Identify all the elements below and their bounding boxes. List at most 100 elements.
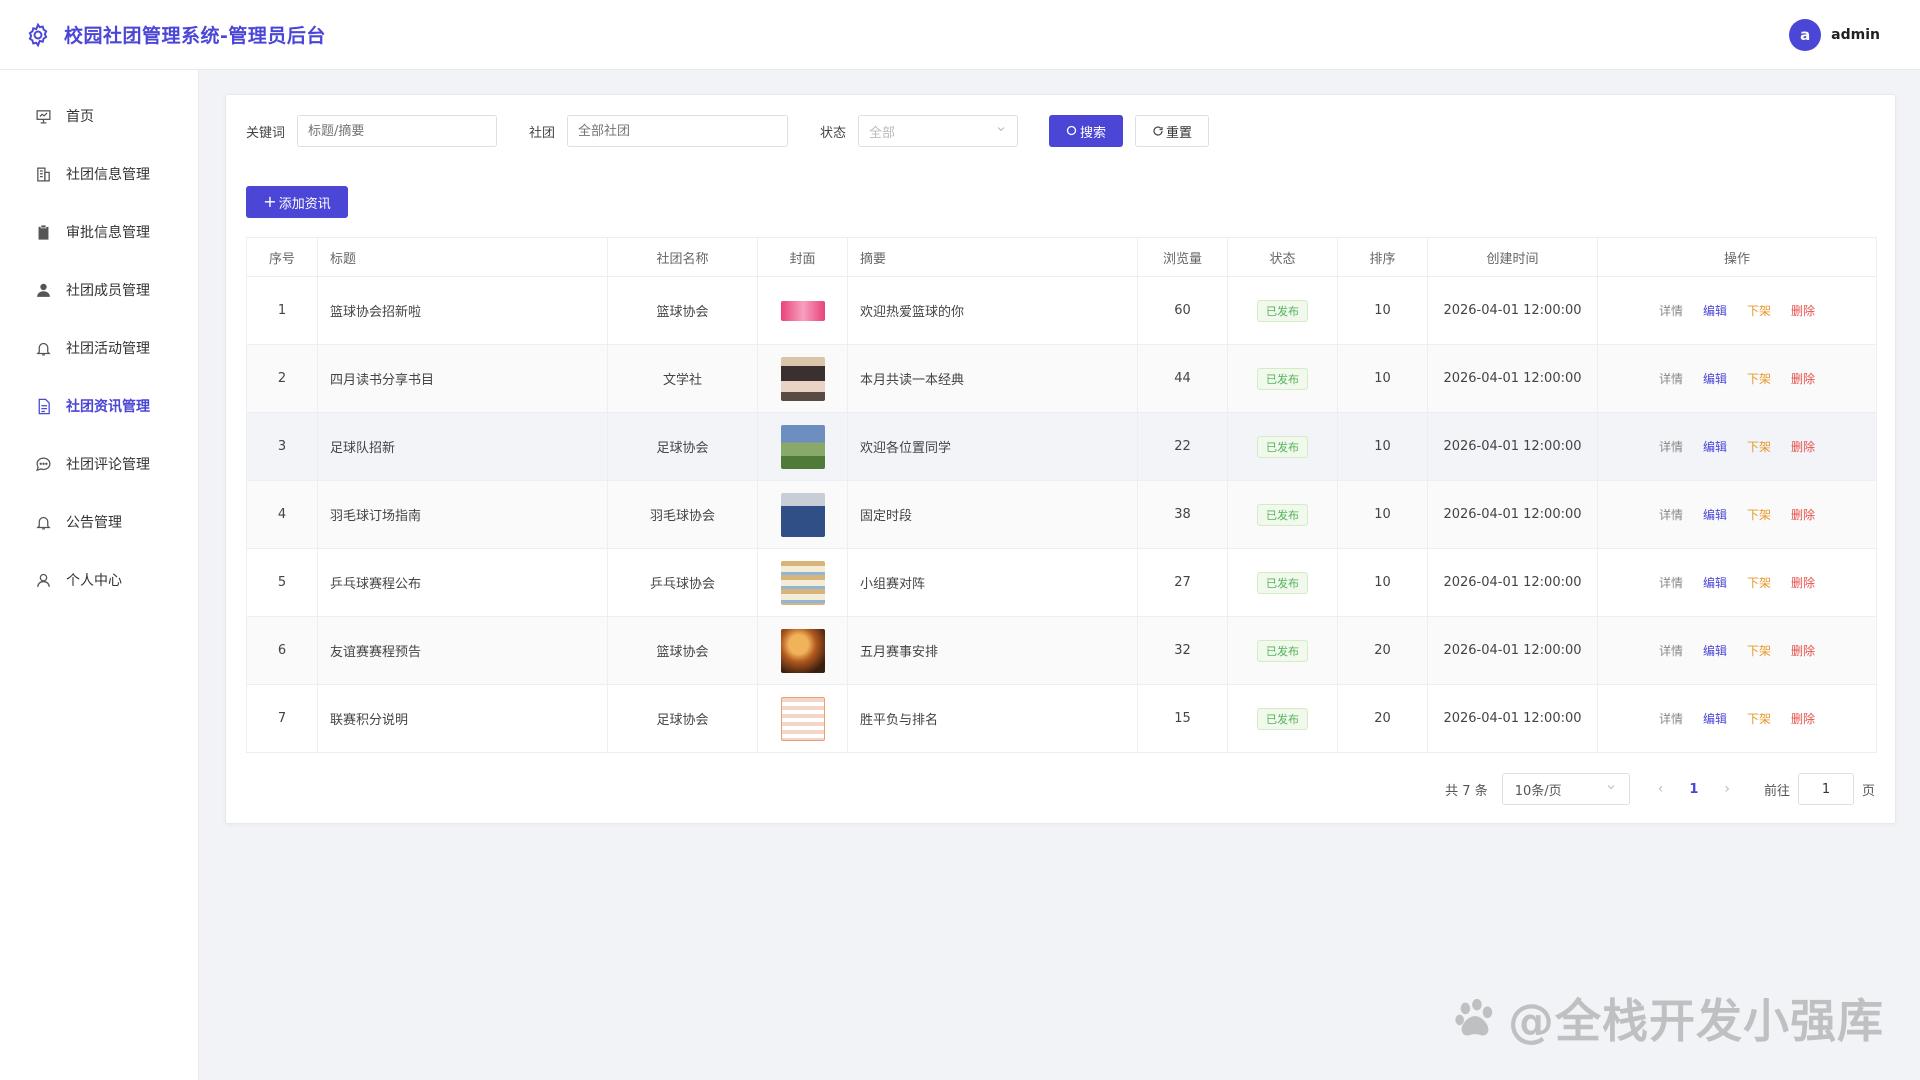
cell-cover — [757, 480, 848, 549]
sidebar-item-activities[interactable]: 社团活动管理 — [0, 319, 198, 377]
club-input[interactable] — [567, 115, 789, 147]
sidebar-item-approval[interactable]: 审批信息管理 — [0, 203, 198, 261]
cell-sort: 10 — [1337, 344, 1428, 413]
refresh-icon — [1152, 125, 1164, 137]
cell-views: 38 — [1137, 480, 1228, 549]
next-page-icon[interactable]: › — [1724, 781, 1730, 797]
status-select[interactable]: 全部 — [858, 115, 1019, 147]
reset-button[interactable]: 重置 — [1135, 115, 1210, 147]
cell-title: 篮球协会招新啦 — [317, 276, 608, 345]
detail-link[interactable]: 详情 — [1659, 302, 1683, 319]
cell-views: 32 — [1137, 616, 1228, 685]
sidebar-item-label: 社团资讯管理 — [66, 399, 150, 415]
delete-link[interactable]: 删除 — [1791, 506, 1815, 523]
sidebar-item-profile[interactable]: 个人中心 — [0, 551, 198, 609]
cell-created: 2026-04-01 12:00:00 — [1427, 344, 1598, 413]
cell-created: 2026-04-01 12:00:00 — [1427, 276, 1598, 345]
document-icon — [34, 397, 52, 415]
cell-views: 60 — [1137, 276, 1228, 345]
username[interactable]: admin — [1831, 27, 1880, 43]
user-icon — [34, 281, 52, 299]
avatar[interactable]: a — [1789, 19, 1822, 51]
unpublish-link[interactable]: 下架 — [1747, 574, 1771, 591]
cell-summary: 胜平负与排名 — [847, 684, 1138, 753]
cell-summary: 欢迎各位置同学 — [847, 412, 1138, 481]
edit-link[interactable]: 编辑 — [1703, 438, 1727, 455]
cell-views: 15 — [1137, 684, 1228, 753]
sidebar-item-announcements[interactable]: 公告管理 — [0, 493, 198, 551]
detail-link[interactable]: 详情 — [1659, 506, 1683, 523]
delete-link[interactable]: 删除 — [1791, 574, 1815, 591]
edit-link[interactable]: 编辑 — [1703, 574, 1727, 591]
goto-page-input[interactable] — [1797, 773, 1854, 805]
table-row: 5 乒乓球赛程公布 乒乓球协会 小组赛对阵 27 已发布 10 2026-04-… — [246, 548, 1877, 617]
search-button[interactable]: 搜索 — [1049, 115, 1124, 147]
unpublish-link[interactable]: 下架 — [1747, 302, 1771, 319]
edit-link[interactable]: 编辑 — [1703, 642, 1727, 659]
cover-thumbnail[interactable] — [780, 492, 825, 537]
bell-icon — [34, 513, 52, 531]
add-news-button[interactable]: + 添加资讯 — [246, 186, 348, 218]
app-title: 校园社团管理系统-管理员后台 — [64, 25, 326, 47]
unpublish-link[interactable]: 下架 — [1747, 506, 1771, 523]
page-size-value: 10条/页 — [1514, 783, 1562, 799]
person-outline-icon — [34, 571, 52, 589]
detail-link[interactable]: 详情 — [1659, 574, 1683, 591]
cell-status: 已发布 — [1227, 480, 1338, 549]
table-row: 7 联赛积分说明 足球协会 胜平负与排名 15 已发布 20 2026-04-0… — [246, 684, 1877, 753]
status-label: 状态 — [820, 125, 847, 141]
unpublish-link[interactable]: 下架 — [1747, 642, 1771, 659]
cover-thumbnail[interactable] — [780, 356, 825, 401]
cell-created: 2026-04-01 12:00:00 — [1427, 548, 1598, 617]
gear-icon — [24, 21, 52, 49]
header-no: 序号 — [246, 237, 318, 277]
building-icon — [34, 165, 52, 183]
detail-link[interactable]: 详情 — [1659, 370, 1683, 387]
edit-link[interactable]: 编辑 — [1703, 302, 1727, 319]
header-title: 标题 — [317, 237, 608, 277]
cover-thumbnail[interactable] — [780, 560, 825, 605]
unpublish-link[interactable]: 下架 — [1747, 710, 1771, 727]
chat-icon — [34, 455, 52, 473]
delete-link[interactable]: 删除 — [1791, 370, 1815, 387]
status-select-value: 全部 — [869, 125, 896, 141]
sidebar-item-home[interactable]: 首页 — [0, 87, 198, 145]
cell-actions: 详情 编辑 下架 删除 — [1597, 344, 1877, 413]
sidebar-item-news[interactable]: 社团资讯管理 — [0, 377, 198, 435]
cell-cover — [757, 344, 848, 413]
edit-link[interactable]: 编辑 — [1703, 710, 1727, 727]
detail-link[interactable]: 详情 — [1659, 710, 1683, 727]
cover-thumbnail[interactable] — [780, 424, 825, 469]
sidebar-item-club-info[interactable]: 社团信息管理 — [0, 145, 198, 203]
prev-page-icon[interactable]: ‹ — [1658, 781, 1664, 797]
detail-link[interactable]: 详情 — [1659, 438, 1683, 455]
cell-actions: 详情 编辑 下架 删除 — [1597, 548, 1877, 617]
sidebar-item-comments[interactable]: 社团评论管理 — [0, 435, 198, 493]
keyword-input[interactable] — [297, 115, 498, 147]
cover-thumbnail[interactable] — [780, 628, 825, 673]
edit-link[interactable]: 编辑 — [1703, 370, 1727, 387]
cell-club: 足球协会 — [607, 684, 758, 753]
table-row: 3 足球队招新 足球协会 欢迎各位置同学 22 已发布 10 2026-04-0… — [246, 412, 1877, 481]
presentation-icon — [34, 107, 52, 125]
user-menu[interactable]: a admin — [1789, 19, 1880, 51]
cell-actions: 详情 编辑 下架 删除 — [1597, 616, 1877, 685]
sidebar-item-label: 首页 — [66, 109, 94, 125]
cover-thumbnail[interactable] — [780, 696, 825, 741]
detail-link[interactable]: 详情 — [1659, 642, 1683, 659]
page-size-select[interactable]: 10条/页 — [1501, 773, 1630, 805]
sidebar-item-members[interactable]: 社团成员管理 — [0, 261, 198, 319]
delete-link[interactable]: 删除 — [1791, 438, 1815, 455]
delete-link[interactable]: 删除 — [1791, 710, 1815, 727]
edit-link[interactable]: 编辑 — [1703, 506, 1727, 523]
add-news-button-label: 添加资讯 — [278, 196, 331, 212]
cover-thumbnail[interactable] — [780, 300, 825, 321]
cell-actions: 详情 编辑 下架 删除 — [1597, 276, 1877, 345]
cell-title: 足球队招新 — [317, 412, 608, 481]
unpublish-link[interactable]: 下架 — [1747, 438, 1771, 455]
delete-link[interactable]: 删除 — [1791, 642, 1815, 659]
unpublish-link[interactable]: 下架 — [1747, 370, 1771, 387]
table-row: 6 友谊赛赛程预告 篮球协会 五月赛事安排 32 已发布 20 2026-04-… — [246, 616, 1877, 685]
delete-link[interactable]: 删除 — [1791, 302, 1815, 319]
page-number[interactable]: 1 — [1689, 782, 1698, 797]
